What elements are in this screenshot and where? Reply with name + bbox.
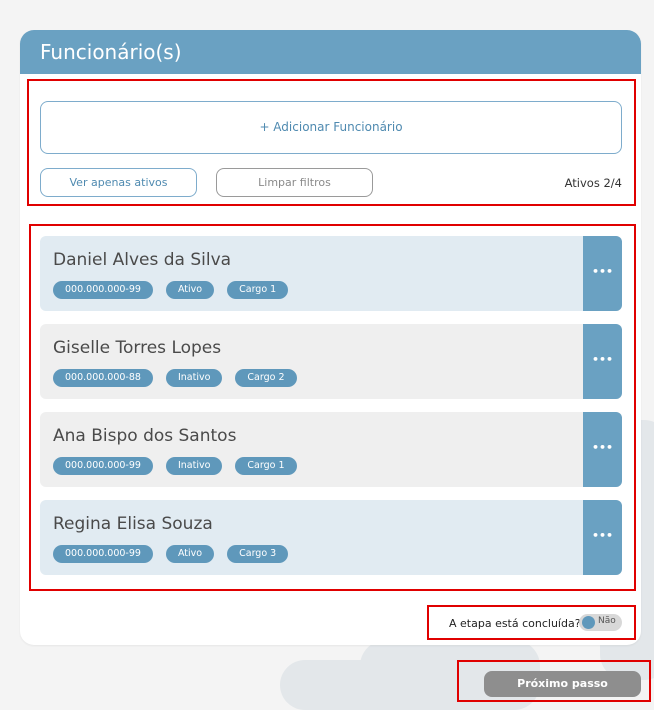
ellipsis-icon: ••• (591, 353, 614, 366)
ellipsis-icon: ••• (591, 529, 614, 542)
employee-card: Daniel Alves da Silva 000.000.000-99 Ati… (40, 236, 622, 311)
ellipsis-icon: ••• (591, 265, 614, 278)
document-badge: 000.000.000-99 (53, 457, 153, 475)
status-badge: Inativo (165, 457, 223, 475)
employee-badges: 000.000.000-99 Inativo Cargo 1 (53, 457, 297, 475)
document-badge: 000.000.000-99 (53, 545, 153, 563)
add-employee-button[interactable]: + Adicionar Funcionário (40, 101, 622, 154)
role-badge: Cargo 1 (235, 457, 297, 475)
toggle-label: Não (598, 616, 616, 626)
more-options-button[interactable]: ••• (583, 500, 622, 575)
stage-question: A etapa está concluída? (449, 617, 581, 630)
employee-card: Regina Elisa Souza 000.000.000-99 Ativo … (40, 500, 622, 575)
employee-card: Ana Bispo dos Santos 000.000.000-99 Inat… (40, 412, 622, 487)
employee-name: Giselle Torres Lopes (53, 338, 222, 358)
ellipsis-icon: ••• (591, 441, 614, 454)
employee-name: Daniel Alves da Silva (53, 250, 232, 270)
status-badge: Ativo (165, 545, 215, 563)
more-options-button[interactable]: ••• (583, 324, 622, 399)
employee-name: Regina Elisa Souza (53, 514, 213, 534)
role-badge: Cargo 2 (235, 369, 297, 387)
employee-badges: 000.000.000-99 Ativo Cargo 1 (53, 281, 289, 299)
clear-filters-button[interactable]: Limpar filtros (216, 168, 373, 197)
role-badge: Cargo 1 (227, 281, 289, 299)
stage-complete-toggle[interactable]: Não (579, 614, 622, 631)
status-badge: Inativo (165, 369, 223, 387)
employee-name: Ana Bispo dos Santos (53, 426, 237, 446)
employee-badges: 000.000.000-99 Ativo Cargo 3 (53, 545, 289, 563)
role-badge: Cargo 3 (227, 545, 289, 563)
status-badge: Ativo (165, 281, 215, 299)
document-badge: 000.000.000-99 (53, 281, 153, 299)
toggle-knob (582, 616, 595, 629)
employee-badges: 000.000.000-88 Inativo Cargo 2 (53, 369, 297, 387)
more-options-button[interactable]: ••• (583, 412, 622, 487)
active-count: Ativos 2/4 (564, 176, 622, 190)
page-title: Funcionário(s) (20, 30, 641, 74)
next-step-button[interactable]: Próximo passo (484, 671, 641, 697)
more-options-button[interactable]: ••• (583, 236, 622, 311)
employee-card: Giselle Torres Lopes 000.000.000-88 Inat… (40, 324, 622, 399)
active-only-button[interactable]: Ver apenas ativos (40, 168, 197, 197)
document-badge: 000.000.000-88 (53, 369, 153, 387)
